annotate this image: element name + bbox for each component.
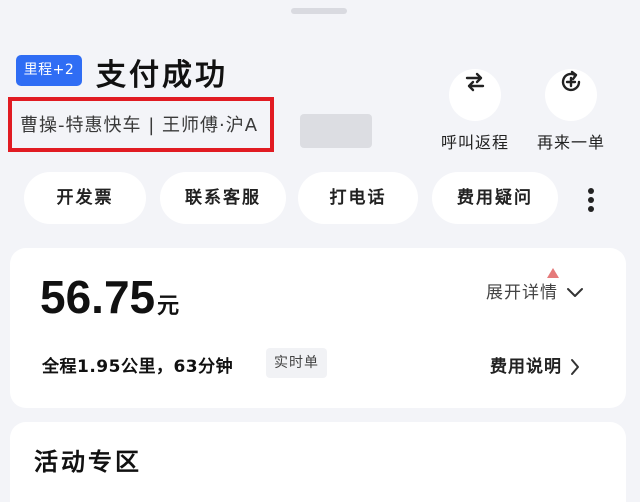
more-icon[interactable] <box>576 178 606 218</box>
trip-summary: 全程1.95公里，63分钟 <box>42 357 234 377</box>
fee-question-button[interactable]: 费用疑问 <box>432 172 558 224</box>
expand-details-label: 展开详情 <box>486 283 558 303</box>
trip-subtitle: 曹操-特惠快车 | 王师傅·沪A <box>20 115 259 136</box>
activity-title: 活动专区 <box>34 448 142 476</box>
invoice-button[interactable]: 开发票 <box>24 172 146 224</box>
fee-explanation-link[interactable]: 费用说明 <box>490 352 580 377</box>
reorder-label: 再来一单 <box>536 133 605 152</box>
reorder-button[interactable]: 再来一单 <box>526 56 616 152</box>
order-type-tag: 实时单 <box>266 348 327 378</box>
call-return-button[interactable]: 呼叫返程 <box>430 56 520 152</box>
header: 里程+2 支付成功 曹操-特惠快车 | 王师傅·沪A 呼叫返程 再来一单 <box>0 0 640 170</box>
amount-unit: 元 <box>157 294 180 319</box>
quick-actions: 开发票 联系客服 打电话 费用疑问 <box>0 172 640 224</box>
payment-card: 56.75元 展开详情 全程1.95公里，63分钟 实时单 费用说明 <box>10 248 626 408</box>
swap-arrows-icon <box>449 69 501 121</box>
mileage-badge: 里程+2 <box>16 55 82 86</box>
page-title: 支付成功 <box>96 58 228 93</box>
call-button[interactable]: 打电话 <box>298 172 418 224</box>
expand-details-button[interactable]: 展开详情 <box>486 278 584 303</box>
redacted-area <box>300 114 372 148</box>
chevron-right-icon <box>571 359 579 375</box>
highlight-box: 曹操-特惠快车 | 王师傅·沪A <box>8 97 274 152</box>
customer-service-button[interactable]: 联系客服 <box>160 172 286 224</box>
activity-section: 活动专区 <box>10 422 626 502</box>
call-return-label: 呼叫返程 <box>440 133 509 152</box>
fee-explanation-label: 费用说明 <box>490 357 562 377</box>
notice-marker <box>547 268 559 278</box>
reorder-icon <box>545 69 597 121</box>
amount-value: 56.75 <box>40 271 156 323</box>
chevron-down-icon <box>567 288 583 297</box>
payment-amount: 56.75元 <box>40 270 179 324</box>
